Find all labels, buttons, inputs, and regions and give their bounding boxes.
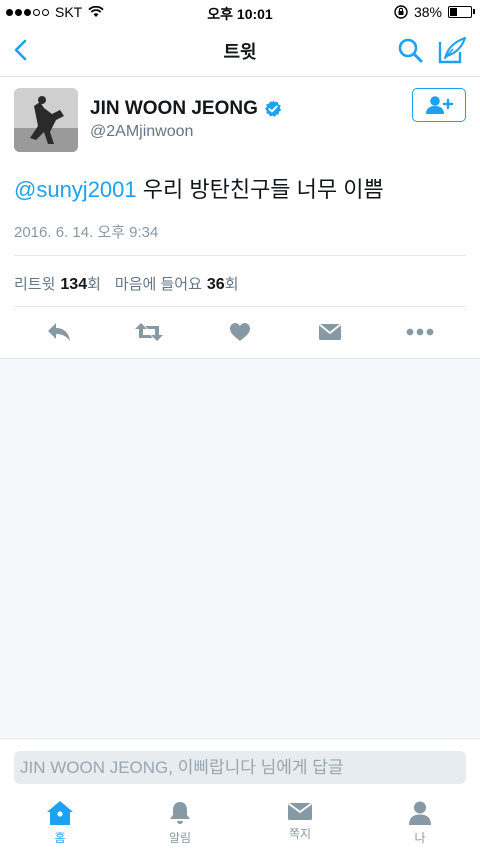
tab-profile[interactable]: 나	[380, 800, 460, 846]
tweet-timestamp: 2016. 6. 14. 오후 9:34	[14, 224, 159, 241]
reply-bar	[0, 738, 480, 793]
bell-icon	[170, 802, 190, 824]
tab-bar: 홈 알림 쪽지 나	[0, 792, 480, 853]
more-button[interactable]	[400, 317, 440, 347]
mention-link[interactable]: @sunyj2001	[14, 177, 137, 202]
tweet-actions	[0, 317, 480, 351]
person-icon	[409, 801, 431, 825]
envelope-icon	[287, 802, 313, 820]
user-handle[interactable]: @2AMjinwoon	[90, 123, 193, 141]
verified-badge-icon	[264, 100, 282, 117]
search-icon[interactable]	[396, 36, 424, 64]
like-label: 마음에 들어요	[114, 276, 202, 293]
like-unit: 회	[224, 276, 239, 293]
retweet-icon	[135, 323, 163, 341]
display-name[interactable]: JIN WOON JEONG	[90, 98, 258, 120]
nav-bar: 트윗	[0, 24, 480, 77]
add-user-icon	[426, 96, 454, 114]
tab-notifications[interactable]: 알림	[140, 800, 220, 846]
tab-home-label: 홈	[54, 831, 66, 845]
like-button[interactable]	[220, 317, 260, 347]
status-bar: SKT 오후 10:01 38%	[0, 0, 480, 24]
tab-notifications-label: 알림	[168, 831, 192, 845]
avatar[interactable]	[14, 88, 78, 152]
tweet-detail: JIN WOON JEONG @2AMjinwoon @sunyj2001 우리…	[0, 77, 480, 359]
reply-icon	[48, 323, 70, 341]
divider	[14, 306, 466, 307]
direct-message-button[interactable]	[310, 317, 350, 347]
empty-replies-area	[0, 359, 480, 737]
avatar-image	[14, 88, 78, 152]
battery-percent: 38%	[413, 4, 442, 20]
tweet-text: @sunyj2001 우리 방탄친구들 너무 이쁨	[14, 175, 466, 205]
envelope-icon	[318, 323, 342, 340]
tab-messages[interactable]: 쪽지	[260, 800, 340, 842]
reply-button[interactable]	[39, 317, 79, 347]
retweet-label: 리트윗	[14, 276, 56, 293]
divider	[14, 255, 466, 256]
heart-icon	[230, 323, 250, 341]
like-count[interactable]: 36	[207, 276, 225, 294]
tab-profile-label: 나	[414, 831, 426, 845]
tab-messages-label: 쪽지	[288, 827, 312, 841]
follow-button[interactable]	[412, 88, 466, 122]
compose-quill-icon[interactable]	[436, 34, 468, 66]
retweet-unit: 회	[87, 276, 101, 293]
tweet-stats: 리트윗 134 회 마음에 들어요 36 회	[14, 273, 239, 294]
battery-icon	[448, 6, 475, 18]
more-icon	[406, 328, 434, 336]
tweet-body: 우리 방탄친구들 너무 이쁨	[136, 177, 384, 202]
retweet-button[interactable]	[129, 317, 169, 347]
orientation-lock-icon	[394, 5, 408, 19]
retweet-count[interactable]: 134	[60, 276, 87, 294]
tab-home[interactable]: 홈	[20, 800, 100, 846]
home-icon	[47, 801, 73, 825]
reply-input[interactable]	[14, 751, 466, 784]
